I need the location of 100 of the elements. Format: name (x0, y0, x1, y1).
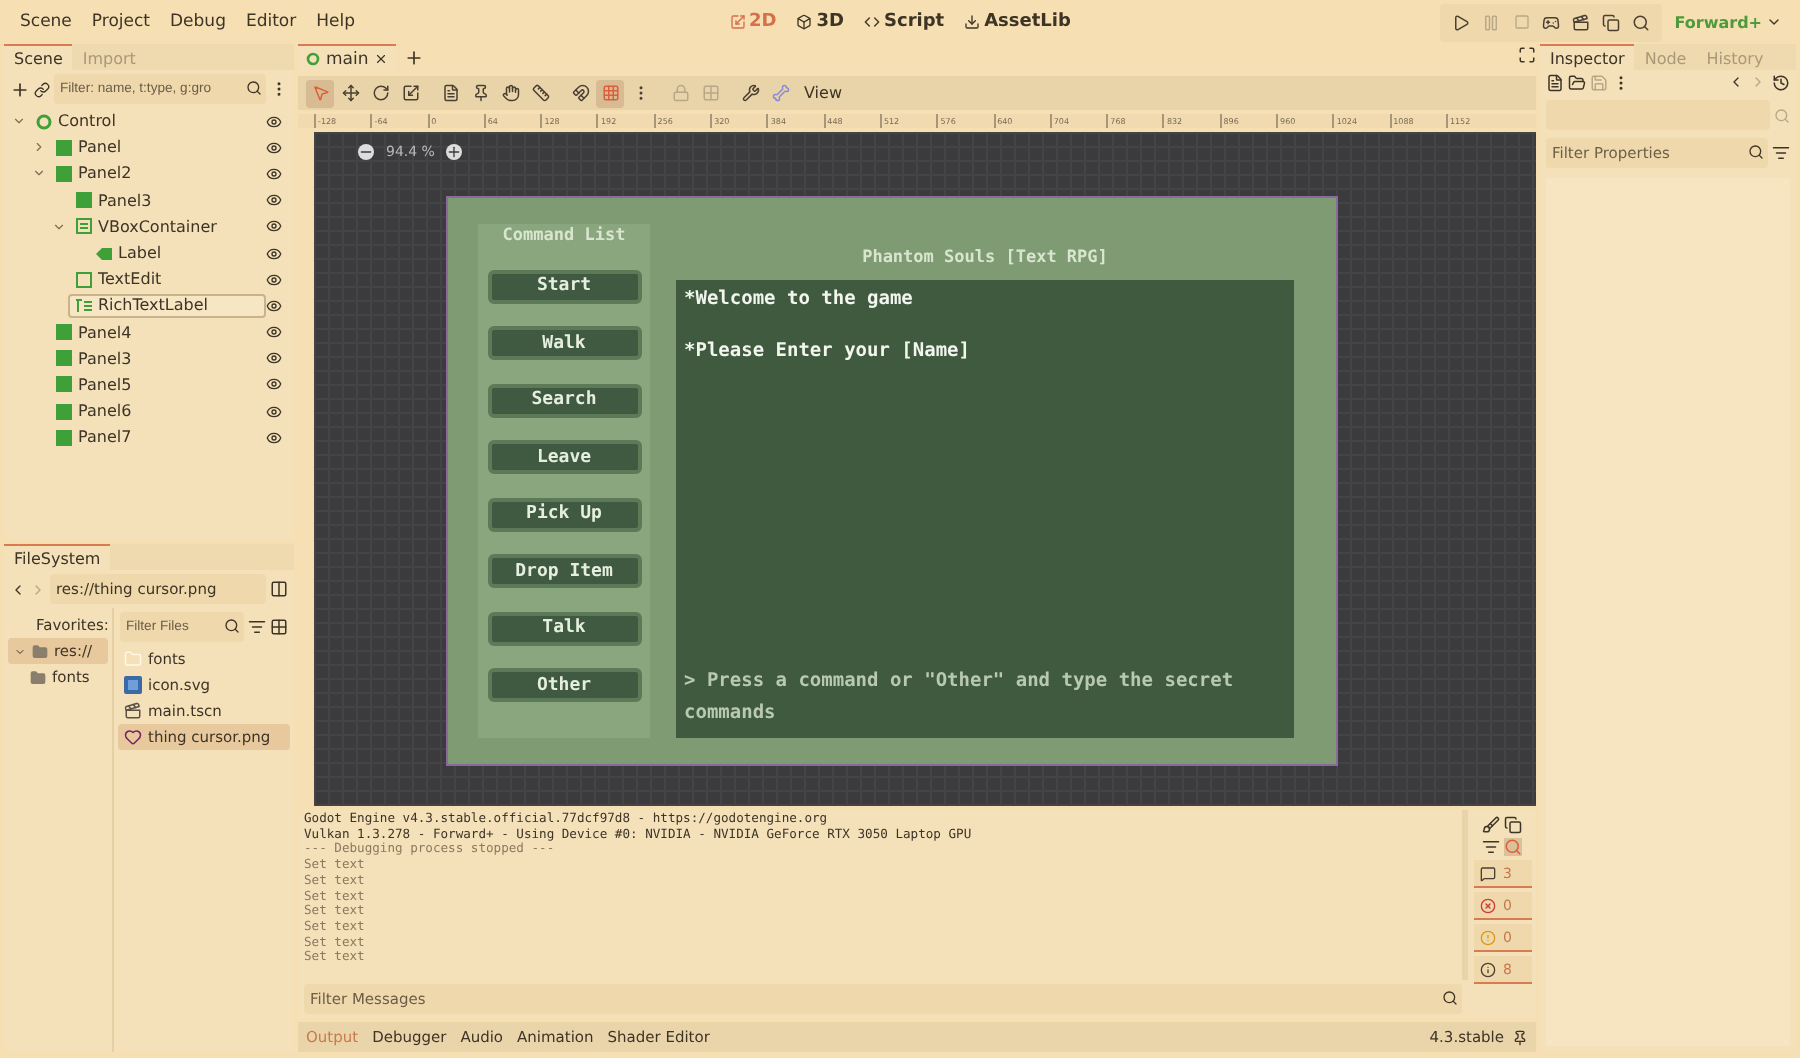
menu-item[interactable]: Scene (10, 12, 82, 32)
scale-icon (401, 84, 419, 102)
command-button[interactable]: Walk (487, 326, 641, 360)
warning-icon (1479, 929, 1495, 945)
view-menu[interactable]: View (796, 84, 850, 102)
dock-tab[interactable]: FileSystem (4, 544, 111, 570)
eye-icon (266, 324, 282, 341)
close-icon[interactable] (374, 52, 389, 66)
error-icon (1479, 897, 1495, 913)
command-button[interactable]: Other (487, 668, 641, 702)
eye-icon (266, 403, 282, 420)
two-d-icon (729, 14, 746, 30)
search-icon (246, 80, 262, 96)
history-icon (1772, 74, 1790, 92)
dock-tab[interactable]: Scene (4, 44, 73, 70)
link-icon (34, 81, 50, 97)
back-icon (10, 581, 26, 597)
scene-tree-item[interactable]: Panel4 (48, 320, 266, 345)
menu-item[interactable]: Help (306, 12, 366, 32)
scene-tree-item[interactable]: Panel3 (48, 346, 266, 371)
eye-icon (266, 165, 282, 182)
copy-icon (1504, 816, 1522, 834)
ruler-icon (531, 84, 549, 102)
menu-item[interactable]: Project (81, 12, 161, 32)
game-title: Phantom Souls [Text RPG] (862, 248, 1108, 272)
forward-icon (1750, 74, 1766, 90)
command-list-title: Command List (502, 226, 626, 246)
zoom-out-icon[interactable] (358, 144, 374, 160)
back-icon (1728, 74, 1744, 90)
square-icon (56, 376, 72, 393)
workspace-tab[interactable]: Script (864, 12, 945, 32)
menu-item[interactable]: Editor (235, 12, 307, 32)
command-button[interactable]: Search (487, 383, 641, 417)
scene-tree-item[interactable]: VBoxContainer (68, 214, 266, 239)
eye-icon (266, 139, 282, 156)
search-icon (1632, 13, 1651, 31)
pointer-icon (311, 84, 329, 102)
movie-icon (1572, 13, 1591, 31)
command-button[interactable]: Talk (487, 611, 641, 645)
message-icon (1479, 865, 1495, 881)
command-button[interactable]: Drop Item (487, 554, 641, 588)
scene-tree-item[interactable]: TextEdit (68, 267, 266, 292)
dock-tab[interactable]: Inspector (1540, 44, 1635, 70)
workspace-tab[interactable]: AssetLib (964, 12, 1071, 32)
new-resource-icon (1546, 74, 1564, 92)
sort-icon (248, 618, 266, 636)
scene-tree-item[interactable]: Panel5 (48, 372, 266, 397)
game-message: *Welcome to the game (684, 288, 915, 310)
pause-icon (1482, 13, 1501, 31)
remote-icon (1542, 13, 1561, 31)
script-icon (864, 14, 880, 30)
magnet-icon (571, 84, 589, 102)
text-box-icon (76, 271, 92, 288)
heart-icon (124, 728, 142, 746)
eye-icon (266, 192, 282, 209)
eye-icon (266, 271, 282, 288)
open-icon (1568, 74, 1586, 92)
workspace-tab[interactable]: 3D (796, 12, 844, 32)
caret-icon (1766, 14, 1782, 30)
scene-tree-item[interactable]: RichTextLabel (68, 293, 266, 318)
command-button[interactable]: Leave (487, 440, 641, 474)
wrench-icon (741, 84, 759, 102)
search-icon (1504, 838, 1522, 856)
editor-tab[interactable]: main (298, 44, 397, 72)
menu-item[interactable]: Debug (160, 12, 236, 32)
eye-icon (266, 297, 282, 314)
folder-icon (32, 643, 48, 659)
square-icon (56, 139, 72, 156)
save-icon (1590, 74, 1608, 92)
list-icon (76, 218, 92, 235)
square-icon (56, 324, 72, 341)
command-button[interactable]: Start (487, 269, 641, 303)
group-icon (701, 84, 719, 102)
zoom-in-icon[interactable] (446, 144, 463, 160)
lock-icon (671, 84, 689, 102)
eye-icon (266, 218, 282, 235)
scene-tree-item[interactable]: Panel3 (68, 188, 266, 213)
document-icon (441, 84, 459, 102)
pin-icon (1512, 1029, 1528, 1045)
scene-tree-item[interactable]: Panel6 (48, 399, 266, 424)
scene-tree-item[interactable]: Panel7 (48, 425, 266, 450)
scene-tree-item[interactable]: Panel (48, 135, 266, 160)
scene-tree-item[interactable]: Label (88, 241, 266, 266)
grid-icon (601, 84, 619, 102)
tag-icon (96, 245, 112, 262)
rich-text-icon (76, 297, 92, 314)
square-icon (56, 350, 72, 367)
window-icon (1602, 13, 1621, 31)
image-icon (124, 676, 142, 694)
folder-icon (30, 669, 46, 685)
move-icon (341, 84, 359, 102)
clapperboard-icon (124, 702, 142, 720)
download-icon (964, 14, 981, 30)
grid-icon (270, 618, 288, 636)
bone-icon (771, 84, 789, 102)
split-icon (270, 580, 288, 598)
command-button[interactable]: Pick Up (487, 497, 641, 531)
scene-tree-item[interactable]: Control (28, 109, 266, 134)
play-icon (1452, 13, 1471, 31)
scene-tree-item[interactable]: Panel2 (48, 161, 266, 186)
